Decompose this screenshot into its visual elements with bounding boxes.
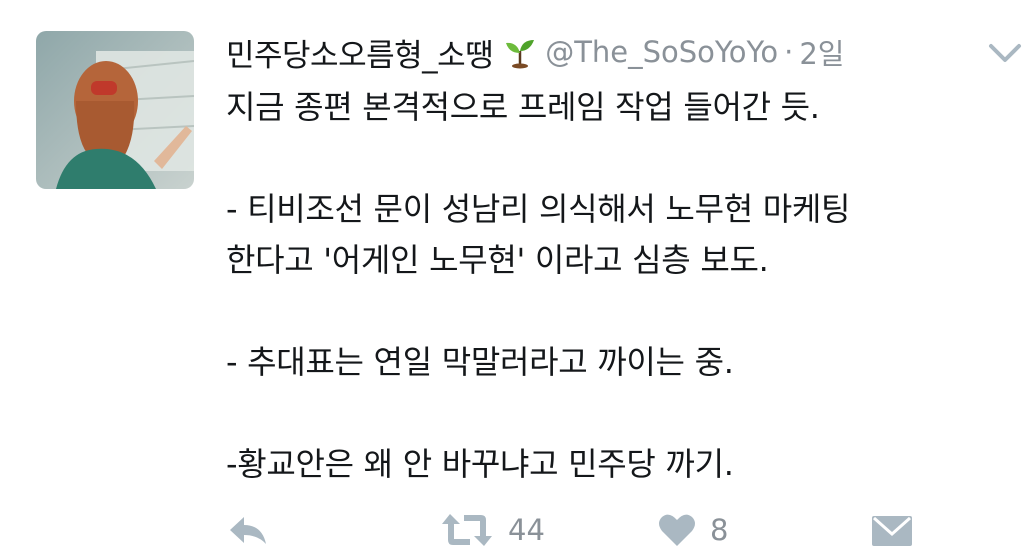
reply-button[interactable]: [226, 508, 270, 552]
tweet-line: - 추대표는 연일 막말러라고 까이는 중.: [226, 343, 734, 381]
tweet-line: - 티비조선 문이 성남리 의식해서 노무현 마케팅: [226, 190, 851, 228]
tweet-line: 한다고 '어게인 노무현' 이라고 심층 보도.: [226, 241, 769, 279]
like-count: 8: [710, 513, 729, 547]
retweet-icon: [440, 510, 494, 550]
user-handle[interactable]: @The_SoSoYoYo: [545, 35, 778, 69]
display-name[interactable]: 민주당소오름형_소땡: [226, 30, 494, 75]
retweet-count: 44: [508, 513, 545, 547]
heart-icon: [658, 512, 696, 548]
tweet-actions: 44 8: [226, 508, 1016, 552]
reply-icon: [226, 510, 270, 550]
sprout-icon: [503, 35, 537, 69]
chevron-down-icon[interactable]: [985, 38, 1024, 66]
tweet-line: 지금 종편 본격적으로 프레임 작업 들어간 듯.: [226, 88, 820, 126]
like-button[interactable]: 8: [658, 508, 728, 552]
avatar-image: [36, 31, 194, 189]
avatar[interactable]: [36, 31, 194, 189]
timestamp[interactable]: 2일: [799, 31, 844, 73]
retweet-button[interactable]: 44: [440, 508, 545, 552]
tweet-text: 지금 종편 본격적으로 프레임 작업 들어간 듯. - 티비조선 문이 성남리 …: [226, 82, 1006, 490]
envelope-icon: [870, 512, 914, 548]
tweet-line: -황교안은 왜 안 바꾸냐고 민주당 까기.: [226, 445, 734, 483]
tweet-header: 민주당소오름형_소땡 @The_SoSoYoYo · 2일: [226, 28, 845, 76]
dm-button[interactable]: [870, 508, 914, 552]
separator-dot: ·: [784, 35, 794, 69]
